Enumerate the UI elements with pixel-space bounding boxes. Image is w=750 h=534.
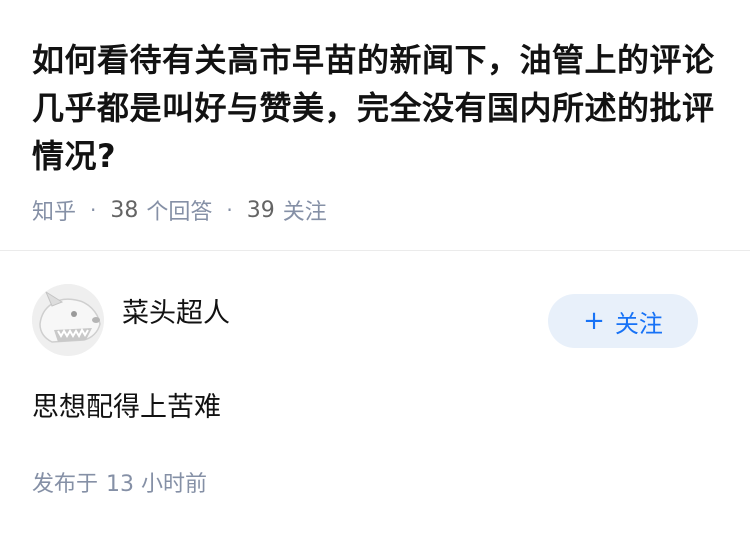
follow-button-label: 关注 <box>614 309 663 338</box>
dog-avatar-icon <box>32 284 104 356</box>
author-name[interactable]: 菜头超人 <box>122 291 230 330</box>
follower-count-label[interactable]: 关注 <box>283 194 327 226</box>
source-label[interactable]: 知乎 <box>32 194 76 226</box>
meta-separator: · <box>226 198 233 222</box>
question-meta: 知乎 · 38 个回答 · 39 关注 <box>32 194 722 226</box>
meta-separator: · <box>90 198 97 222</box>
question-section: 如何看待有关高市早苗的新闻下，油管上的评论几乎都是叫好与赞美，完全没有国内所述的… <box>32 36 722 226</box>
follower-count: 39 <box>246 197 275 223</box>
answer-timestamp: 发布于 13 小时前 <box>32 466 722 498</box>
answer-count: 38 <box>110 197 139 223</box>
time-prefix: 发布于 <box>32 472 99 497</box>
follow-button[interactable]: + 关注 <box>548 294 698 348</box>
answer-card: 菜头超人 + 关注 思想配得上苦难 发布于 13 小时前 <box>32 282 722 498</box>
plus-icon: + <box>583 306 605 336</box>
time-value: 13 小时前 <box>106 472 208 497</box>
section-divider <box>0 250 750 251</box>
question-title[interactable]: 如何看待有关高市早苗的新闻下，油管上的评论几乎都是叫好与赞美，完全没有国内所述的… <box>32 36 722 180</box>
answer-count-label[interactable]: 个回答 <box>146 194 212 226</box>
answer-content[interactable]: 思想配得上苦难 <box>32 388 722 428</box>
author-row: 菜头超人 + 关注 <box>32 282 722 358</box>
author-avatar[interactable] <box>32 284 104 356</box>
